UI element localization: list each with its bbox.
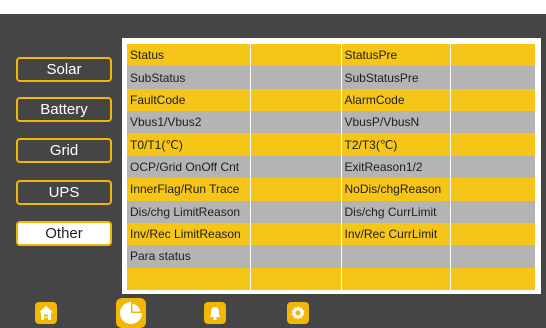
bell-icon[interactable]: [204, 302, 226, 324]
table-value-cell: [450, 267, 535, 290]
nav-button-ups[interactable]: UPS: [16, 180, 112, 205]
table-value-cell: [450, 155, 535, 179]
table-label-cell: ExitReason1/2: [341, 155, 451, 179]
table-value-cell: [450, 66, 535, 89]
nav-button-other[interactable]: Other: [16, 221, 112, 246]
table-value-cell: [250, 267, 342, 290]
table-value-cell: [250, 178, 342, 201]
table-label-cell: Dis/chg CurrLimit: [341, 200, 451, 223]
table-row: Vbus1/Vbus2 VbusP/VbusN: [127, 111, 535, 134]
table-value-cell: [450, 44, 535, 67]
table-value-cell: [250, 66, 342, 89]
table-row: Status StatusPre: [127, 44, 535, 67]
table-value-cell: [250, 111, 342, 134]
table-label-cell: Dis/chg LimitReason: [127, 200, 251, 223]
top-bar: [0, 0, 546, 14]
table-label-cell: NoDis/chgReason: [341, 178, 451, 201]
table-value-cell: [450, 222, 535, 246]
nav-button-solar[interactable]: Solar: [16, 57, 112, 82]
table-label-cell: T0/T1(℃): [127, 133, 251, 156]
table-label-cell: T2/T3(℃): [341, 133, 451, 156]
table-label-cell: [341, 267, 451, 290]
table-row: T0/T1(℃) T2/T3(℃): [127, 133, 535, 156]
table-row: SubStatus SubStatusPre: [127, 66, 535, 89]
pie-chart-icon[interactable]: [116, 298, 146, 328]
table-label-cell: FaultCode: [127, 88, 251, 112]
table-value-cell: [250, 88, 342, 112]
table-row: Inv/Rec LimitReason Inv/Rec CurrLimit: [127, 222, 535, 246]
table-label-cell: SubStatus: [127, 66, 251, 89]
table-label-cell: StatusPre: [341, 44, 451, 67]
nav-button-grid[interactable]: Grid: [16, 138, 112, 163]
table-value-cell: [250, 245, 342, 268]
table-label-cell: Vbus1/Vbus2: [127, 111, 251, 134]
table-value-cell: [250, 222, 342, 246]
table-row: InnerFlag/Run Trace NoDis/chgReason: [127, 178, 535, 201]
table-value-cell: [450, 88, 535, 112]
table-label-cell: [127, 267, 251, 290]
table-row: Para status: [127, 245, 535, 268]
bottom-nav-bar: [0, 298, 546, 328]
table-label-cell: VbusP/VbusN: [341, 111, 451, 134]
table-value-cell: [450, 133, 535, 156]
status-table: Status StatusPre SubStatus SubStatusPre Faul…: [127, 44, 535, 290]
table-value-cell: [250, 155, 342, 179]
home-icon[interactable]: [35, 302, 57, 324]
table-label-cell: Inv/Rec CurrLimit: [341, 222, 451, 246]
table-row: FaultCode AlarmCode: [127, 88, 535, 112]
table-row: [127, 267, 535, 290]
table-value-cell: [450, 111, 535, 134]
table-value-cell: [450, 245, 535, 268]
table-label-cell: SubStatusPre: [341, 66, 451, 89]
settings-gear-icon[interactable]: [287, 302, 309, 324]
nav-button-battery[interactable]: Battery: [16, 97, 112, 122]
table-label-cell: AlarmCode: [341, 88, 451, 112]
table-row: Dis/chg LimitReason Dis/chg CurrLimit: [127, 200, 535, 223]
table-value-cell: [250, 44, 342, 67]
table-label-cell: Inv/Rec LimitReason: [127, 222, 251, 246]
table-row: OCP/Grid OnOff Cnt ExitReason1/2: [127, 155, 535, 179]
table-value-cell: [250, 133, 342, 156]
table-label-cell: Para status: [127, 245, 251, 268]
table-label-cell: InnerFlag/Run Trace: [127, 178, 251, 201]
table-value-cell: [250, 200, 342, 223]
table-label-cell: Status: [127, 44, 251, 67]
table-label-cell: [341, 245, 451, 268]
table-value-cell: [450, 178, 535, 201]
table-label-cell: OCP/Grid OnOff Cnt: [127, 155, 251, 179]
table-value-cell: [450, 200, 535, 223]
